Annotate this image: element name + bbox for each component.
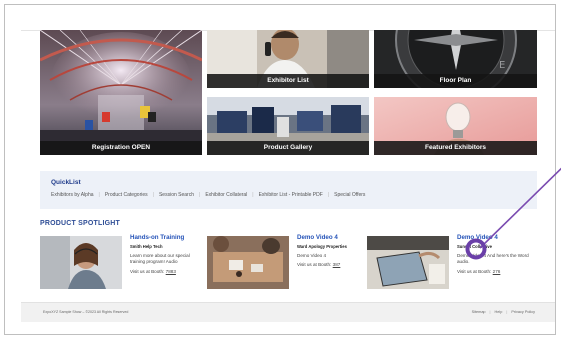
quicklist-panel: QuickList Exhibitors by Alpha | Product … xyxy=(40,171,537,209)
spotlight-title[interactable]: Demo Video 4 xyxy=(457,234,531,242)
quicklist-link-exhibitors-by-alpha[interactable]: Exhibitors by Alpha xyxy=(51,192,94,198)
tablet-desk-image xyxy=(367,236,449,289)
tile-registration[interactable]: Registration OPEN xyxy=(40,30,202,155)
booth-prefix: Visit us at Booth: xyxy=(457,268,492,274)
tile-product-gallery[interactable]: Product Gallery xyxy=(207,97,369,155)
spotlight-text: Demo Video 4 Sunset Collective Demo Vide… xyxy=(457,234,531,274)
footer-link-privacy-policy[interactable]: Privacy Policy xyxy=(511,310,535,314)
tile-floor-plan[interactable]: E Floor Plan xyxy=(374,30,537,88)
footer-link-sitemap[interactable]: Sitemap xyxy=(472,310,486,314)
spotlight-image[interactable] xyxy=(40,236,122,289)
booth-link[interactable]: 276 xyxy=(493,269,501,274)
separator: | xyxy=(152,192,154,198)
footer-links: Sitemap | Help | Privacy Policy xyxy=(472,310,535,314)
spotlight-description: Demo Video 4 And here's the Word audio. xyxy=(457,253,529,265)
booth-prefix: Visit us at Booth: xyxy=(297,262,332,268)
spotlight-text: Hands-on Training Smith Help Tech Learn … xyxy=(130,234,204,274)
quicklist-link-exhibitor-collateral[interactable]: Exhibitor Collateral xyxy=(205,192,247,198)
spotlight-card[interactable]: Demo Video 4 Sunset Collective Demo Vide… xyxy=(367,234,529,292)
footer: ExpoXYZ Sample Show – ©2023 All Rights R… xyxy=(21,302,555,322)
meeting-table-image xyxy=(207,236,289,289)
booth-prefix: Visit us at Booth: xyxy=(130,268,165,274)
spotlight-booth: Visit us at Booth: 387 xyxy=(297,262,371,267)
tile-featured-exhibitors[interactable]: Featured Exhibitors xyxy=(374,97,537,155)
spotlight-title[interactable]: Demo Video 4 xyxy=(297,234,371,242)
booth-link[interactable]: 7883 xyxy=(166,269,176,274)
spotlight-text: Demo Video 4 Ward Apology Properties Dem… xyxy=(297,234,371,267)
spotlight-image[interactable] xyxy=(367,236,449,289)
footer-link-help[interactable]: Help xyxy=(495,310,503,314)
tile-label: Exhibitor List xyxy=(207,74,369,88)
footer-copyright: ExpoXYZ Sample Show – ©2023 All Rights R… xyxy=(43,310,129,314)
tile-label: Floor Plan xyxy=(374,74,537,88)
spotlight-booth: Visit us at Booth: 276 xyxy=(457,269,531,274)
spotlight-description: Learn more about our special training pr… xyxy=(130,253,190,265)
tile-exhibitor-list[interactable]: Exhibitor List xyxy=(207,30,369,88)
separator: | xyxy=(327,192,330,198)
mall-interior-image xyxy=(40,30,202,155)
quicklist-links: Exhibitors by Alpha | Product Categories… xyxy=(51,192,365,198)
separator: | xyxy=(98,192,100,198)
quicklist-link-exhibitor-list-pdf[interactable]: Exhibitor List - Printable PDF xyxy=(259,192,323,198)
quicklist-link-product-categories[interactable]: Product Categories xyxy=(105,192,148,198)
tile-label: Product Gallery xyxy=(207,141,369,155)
headset-woman-image xyxy=(40,236,122,289)
tile-label: Featured Exhibitors xyxy=(374,141,537,155)
svg-text:E: E xyxy=(499,60,505,71)
spotlight-image[interactable] xyxy=(207,236,289,289)
spotlight-description: Demo Video 4 xyxy=(297,253,327,258)
spotlight-company: Smith Help Tech xyxy=(130,244,163,249)
separator: | xyxy=(199,192,201,198)
quicklist-link-session-search[interactable]: Session Search xyxy=(159,192,194,198)
spotlight-company: Sunset Collective xyxy=(457,244,492,249)
quicklist-link-special-offers[interactable]: Special Offers xyxy=(334,192,365,198)
spotlight-heading: PRODUCT SPOTLIGHT xyxy=(40,220,121,227)
separator: | xyxy=(506,310,508,314)
spotlight-card[interactable]: Demo Video 4 Ward Apology Properties Dem… xyxy=(207,234,369,292)
spotlight-title[interactable]: Hands-on Training xyxy=(130,234,204,242)
spotlight-booth: Visit us at Booth: 7883 xyxy=(130,269,204,274)
booth-link[interactable]: 387 xyxy=(333,262,341,267)
separator: | xyxy=(489,310,491,314)
spotlight-card[interactable]: Hands-on Training Smith Help Tech Learn … xyxy=(40,234,202,292)
separator: | xyxy=(252,192,254,198)
tile-label: Registration OPEN xyxy=(40,141,202,155)
quicklist-title: QuickList xyxy=(51,179,81,186)
spotlight-company: Ward Apology Properties xyxy=(297,244,347,249)
browser-page: Registration OPEN Exhibitor List E Floor… xyxy=(4,4,556,335)
